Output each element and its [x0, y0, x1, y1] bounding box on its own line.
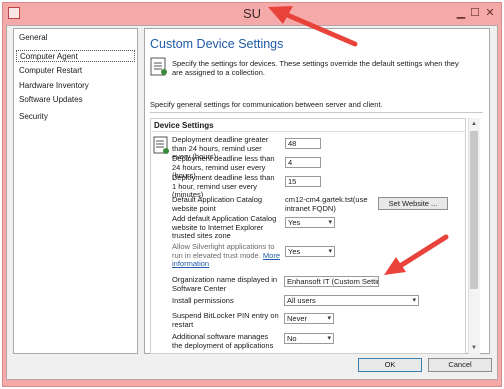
annotation-arrows: [268, 6, 449, 275]
annotation-arrow-organization: [397, 234, 449, 269]
annotation-arrow-title: [282, 11, 358, 47]
